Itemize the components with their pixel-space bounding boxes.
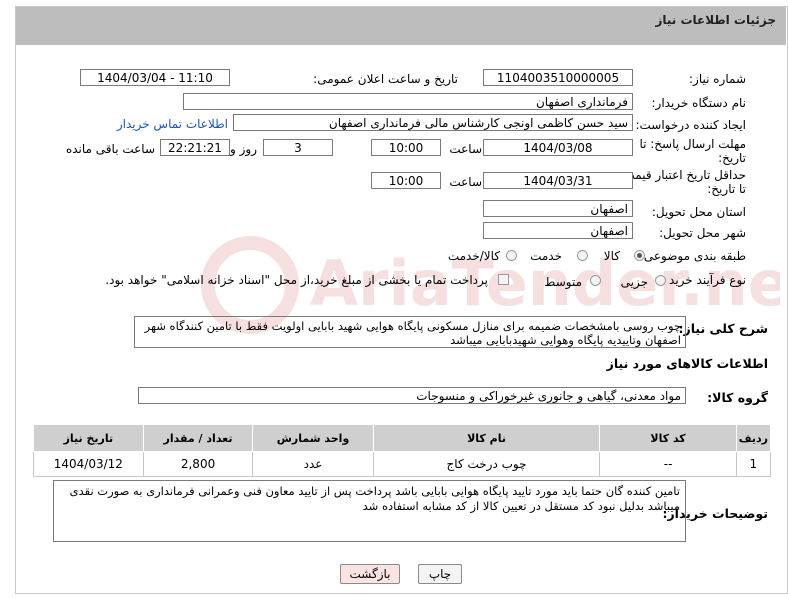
goods-table: ردیف کد کالا نام کالا واحد شمارش تعداد /… [33, 424, 772, 477]
cell-qty: 2,800 [142, 451, 254, 477]
validity-label-date: تا تاریخ: [707, 182, 746, 196]
buyer-contact-link[interactable]: اطلاعات تماس خریدار [117, 117, 228, 131]
city-field[interactable]: اصفهان [483, 222, 633, 239]
print-button[interactable]: چاپ [418, 564, 462, 584]
category-radio-service[interactable] [577, 250, 588, 261]
announce-datetime-field[interactable]: 1404/03/04 - 11:10 [80, 69, 230, 86]
deadline-label-date: تاریخ: [718, 151, 746, 165]
remaining-time-field[interactable]: 22:21:21 [160, 139, 230, 156]
validity-label: حداقل تاریخ اعتبار قیمت: [619, 168, 746, 182]
goods-group-label: گروه کالا: [707, 390, 768, 405]
need-number-field[interactable]: 1104003510000005 [483, 69, 633, 86]
category-radio-both[interactable] [506, 250, 517, 261]
process-radio-minor[interactable] [655, 275, 666, 286]
treasury-payment-checkbox[interactable] [498, 274, 509, 285]
cell-code: -- [599, 451, 737, 477]
validity-time-label: ساعت [449, 175, 482, 189]
province-field[interactable]: اصفهان [483, 200, 633, 217]
days-label: روز و [230, 142, 257, 156]
process-label: نوع فرآیند خرید : [661, 273, 746, 287]
category-radio-goods[interactable] [634, 250, 645, 261]
cell-name: چوب درخت کاج [372, 451, 601, 477]
cell-unit: عدد [252, 451, 374, 477]
category-option-goods: کالا [603, 249, 620, 263]
back-button[interactable]: بازگشت [340, 564, 400, 584]
deadline-date-field[interactable]: 1404/03/08 [483, 139, 633, 156]
description-label: شرح کلی نیاز: [678, 321, 768, 336]
page-title: جزئیات اطلاعات نیاز [655, 13, 776, 27]
validity-date-field[interactable]: 1404/03/31 [483, 172, 633, 189]
process-option-medium: متوسط [544, 275, 582, 289]
category-label: طبقه بندی موضوعی: [639, 249, 746, 263]
treasury-payment-note: پرداخت تمام یا بخشی از مبلغ خرید،از محل … [105, 273, 488, 287]
cell-date: 1404/03/12 [33, 451, 144, 477]
col-code-header: کد کالا [599, 424, 737, 452]
creator-field[interactable]: سید حسن کاظمی اونجی کارشناس مالی فرماندا… [233, 114, 633, 131]
announce-label: تاریخ و ساعت اعلان عمومی: [313, 72, 458, 86]
buyer-notes-textarea[interactable]: تامین کننده گان حتما باید مورد تایید پای… [53, 480, 686, 542]
table-row[interactable]: 1 -- چوب درخت کاج عدد 2,800 1404/03/12 [33, 451, 772, 477]
goods-group-field[interactable]: مواد معدنی، گیاهی و جانوری غیرخوراکی و م… [138, 387, 686, 404]
city-label: شهر محل تحویل: [659, 226, 746, 240]
creator-label: ایجاد کننده درخواست: [635, 118, 746, 132]
col-qty-header: تعداد / مقدار [142, 424, 254, 452]
process-radio-medium[interactable] [590, 275, 601, 286]
col-date-header: تاریخ نیاز [33, 424, 144, 452]
days-field[interactable]: 3 [263, 139, 333, 156]
buyer-org-field[interactable]: فرمانداری اصفهان [183, 93, 633, 110]
cell-row: 1 [735, 451, 772, 477]
col-unit-header: واحد شمارش [252, 424, 374, 452]
table-header-row: ردیف کد کالا نام کالا واحد شمارش تعداد /… [33, 424, 772, 452]
deadline-time-field[interactable]: 10:00 [371, 139, 441, 156]
province-label: استان محل تحویل: [651, 205, 746, 219]
deadline-label: مهلت ارسال پاسخ: تا [639, 137, 746, 151]
buyer-org-label: نام دستگاه خریدار: [651, 96, 747, 110]
remaining-time-label: ساعت باقی مانده [65, 142, 155, 156]
description-textarea[interactable]: چوب روسی بامشخصات ضمیمه برای منازل مسکون… [134, 316, 686, 348]
need-number-label: شماره نیاز: [689, 72, 746, 86]
category-option-both: کالا/خدمت [447, 249, 500, 263]
col-row-header: ردیف [735, 424, 772, 452]
validity-time-field[interactable]: 10:00 [371, 172, 441, 189]
col-name-header: نام کالا [372, 424, 601, 452]
category-option-service: خدمت [530, 249, 562, 263]
process-option-minor: جزیی [620, 275, 648, 289]
deadline-time-label: ساعت [449, 142, 482, 156]
goods-section-title: اطلاعات کالاهای مورد نیاز [606, 356, 768, 371]
